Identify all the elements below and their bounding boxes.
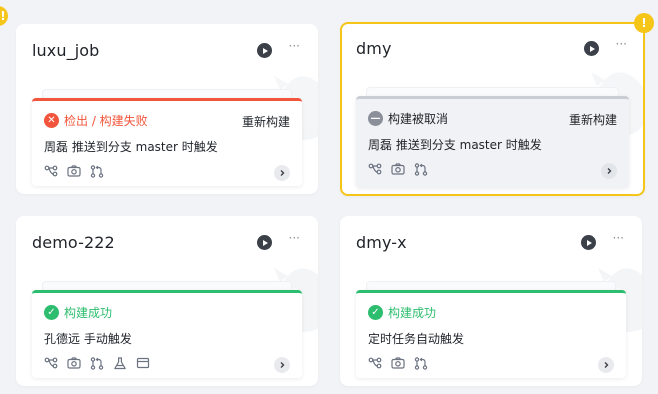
chevron-right-icon [280,362,285,368]
pipeline-icon[interactable] [44,164,58,178]
camera-icon[interactable] [67,164,81,178]
latest-build-panel[interactable]: — 构建被取消 重新构建 周磊 推送到分支 master 时触发 [356,96,629,188]
rebuild-button[interactable]: 重新构建 [242,113,290,130]
run-button[interactable] [581,235,596,250]
minus-icon: — [368,111,383,126]
build-status-label: 构建成功 [388,306,437,320]
more-menu-button[interactable]: ··· [616,37,627,51]
camera-icon[interactable] [67,356,81,370]
camera-icon[interactable] [391,162,405,176]
job-card-demo-222[interactable]: demo-222 ··· ✓ 构建成功 孔德远 手动触发 [16,216,318,386]
chevron-right-icon [280,170,285,176]
more-menu-button[interactable]: ··· [613,231,624,245]
latest-build-panel[interactable]: ✓ 构建成功 定时任务自动触发 [356,290,626,378]
artifact-icon[interactable] [136,356,150,370]
build-status: ✓ 构建成功 [44,304,112,321]
build-status: ✕ 检出 / 构建失败 [44,112,148,129]
rebuild-button[interactable]: 重新构建 [569,111,617,128]
flask-icon[interactable] [113,356,127,370]
build-detail-arrow-button[interactable] [274,357,290,373]
job-card-dmy-x[interactable]: dmy-x ··· ✓ 构建成功 定时任务自动触发 [340,216,642,386]
job-card-dmy[interactable]: dmy ··· — 构建被取消 重新构建 周磊 推送到分支 master 时触发 [340,22,645,196]
job-title[interactable]: dmy-x [356,233,407,252]
merge-request-icon[interactable] [414,162,428,176]
build-stage-icons [44,356,159,370]
latest-build-panel[interactable]: ✓ 构建成功 孔德远 手动触发 [32,290,302,378]
run-button[interactable] [257,235,272,250]
merge-request-icon[interactable] [90,356,104,370]
check-icon: ✓ [44,305,59,320]
build-trigger-text: 孔德远 手动触发 [44,332,132,346]
job-title[interactable]: luxu_job [32,41,99,60]
build-trigger-text: 周磊 推送到分支 master 时触发 [368,138,542,152]
build-stage-icons [44,164,113,178]
merge-request-icon[interactable] [414,356,428,370]
more-menu-button[interactable]: ··· [289,39,300,53]
build-status: — 构建被取消 [368,110,448,127]
job-title[interactable]: demo-222 [32,233,115,252]
build-status: ✓ 构建成功 [368,304,436,321]
build-status-label: 构建被取消 [388,112,449,126]
chevron-right-icon [604,362,609,368]
latest-build-panel[interactable]: ✕ 检出 / 构建失败 重新构建 周磊 推送到分支 master 时触发 [32,98,302,186]
chevron-right-icon [607,168,612,174]
merge-request-icon[interactable] [90,164,104,178]
run-button[interactable] [257,43,272,58]
build-stage-icons [368,356,437,370]
close-icon: ✕ [44,113,59,128]
build-trigger-text: 周磊 推送到分支 master 时触发 [44,140,218,154]
warning-badge: ! [634,13,654,33]
build-detail-arrow-button[interactable] [598,357,614,373]
build-stage-icons [368,162,437,176]
pipeline-icon[interactable] [368,162,382,176]
build-detail-arrow-button[interactable] [274,165,290,181]
job-title[interactable]: dmy [356,39,392,58]
camera-icon[interactable] [391,356,405,370]
pipeline-icon[interactable] [44,356,58,370]
check-icon: ✓ [368,305,383,320]
run-button[interactable] [584,41,599,56]
build-trigger-text: 定时任务自动触发 [368,332,465,346]
build-status-label: 检出 / 构建失败 [64,114,148,128]
build-status-label: 构建成功 [64,306,113,320]
build-detail-arrow-button[interactable] [601,163,617,179]
job-card-luxu-job[interactable]: luxu_job ··· ✕ 检出 / 构建失败 重新构建 周磊 推送到分支 m… [16,24,318,194]
pipeline-icon[interactable] [368,356,382,370]
warning-badge-edge: ! [0,6,8,26]
more-menu-button[interactable]: ··· [289,231,300,245]
